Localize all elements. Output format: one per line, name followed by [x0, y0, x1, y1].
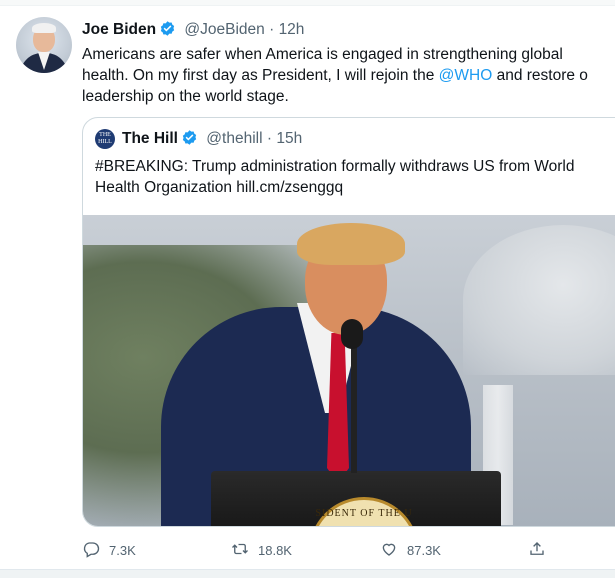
seal-text: SIDENT OF THE U	[315, 508, 413, 519]
tweet-timestamp[interactable]: 12h	[279, 21, 305, 38]
quoted-tweet-photo[interactable]: SIDENT OF THE U	[83, 215, 615, 526]
reply-button[interactable]: 7.3K	[82, 538, 136, 562]
top-divider	[0, 0, 615, 6]
share-icon	[528, 540, 546, 561]
quoted-tweet-card[interactable]: THE HILL The Hill @thehill · 15h #BREAKI…	[82, 117, 615, 527]
retweet-button[interactable]: 18.8K	[231, 538, 292, 562]
photo-microphone	[341, 319, 363, 349]
verified-badge-icon	[181, 129, 198, 152]
verified-badge-icon	[159, 20, 176, 43]
like-icon	[380, 540, 398, 561]
bottom-divider	[0, 569, 615, 578]
like-button[interactable]: 87.3K	[380, 538, 441, 562]
quoted-author-name: The Hill	[122, 130, 178, 147]
author-name[interactable]: Joe Biden	[82, 21, 156, 38]
quoted-tweet-timestamp: 15h	[276, 130, 303, 147]
quoted-text-line: #BREAKING: Trump administration formally…	[95, 158, 575, 175]
quoted-author-handle: @thehill	[206, 130, 263, 147]
share-button[interactable]	[528, 538, 546, 562]
tweet-text-line: Americans are safer when America is enga…	[82, 46, 563, 63]
separator-dot: ·	[269, 21, 275, 38]
reply-icon	[82, 540, 100, 561]
retweet-count: 18.8K	[258, 542, 292, 558]
quoted-tweet-text: #BREAKING: Trump administration formally…	[95, 156, 615, 198]
separator-dot: ·	[266, 130, 273, 147]
tweet-text: Americans are safer when America is enga…	[82, 44, 615, 107]
mention-link[interactable]: @WHO	[439, 67, 493, 84]
quoted-text-line: Health Organization hill.cm/zsenggq	[95, 179, 344, 196]
quoted-tweet-header: The Hill @thehill · 15h	[122, 129, 302, 152]
tweet-header: Joe Biden @JoeBiden · 12h	[82, 20, 304, 43]
tweet-text-line: health. On my first day as President, I …	[82, 67, 588, 84]
tweet-text-line: leadership on the world stage.	[82, 88, 289, 105]
retweet-icon	[231, 540, 249, 561]
avatar-hair	[32, 23, 56, 33]
photo-dome	[463, 225, 615, 375]
author-avatar[interactable]	[16, 17, 72, 73]
tweet-actions: 7.3K 18.8K 87.3K	[82, 538, 602, 562]
photo-speaker-hair	[297, 223, 405, 265]
quoted-author-avatar: THE HILL	[95, 129, 115, 149]
reply-count: 7.3K	[109, 542, 136, 558]
author-handle[interactable]: @JoeBiden	[184, 21, 264, 38]
photo-microphone-stand	[351, 333, 357, 473]
like-count: 87.3K	[407, 542, 441, 558]
